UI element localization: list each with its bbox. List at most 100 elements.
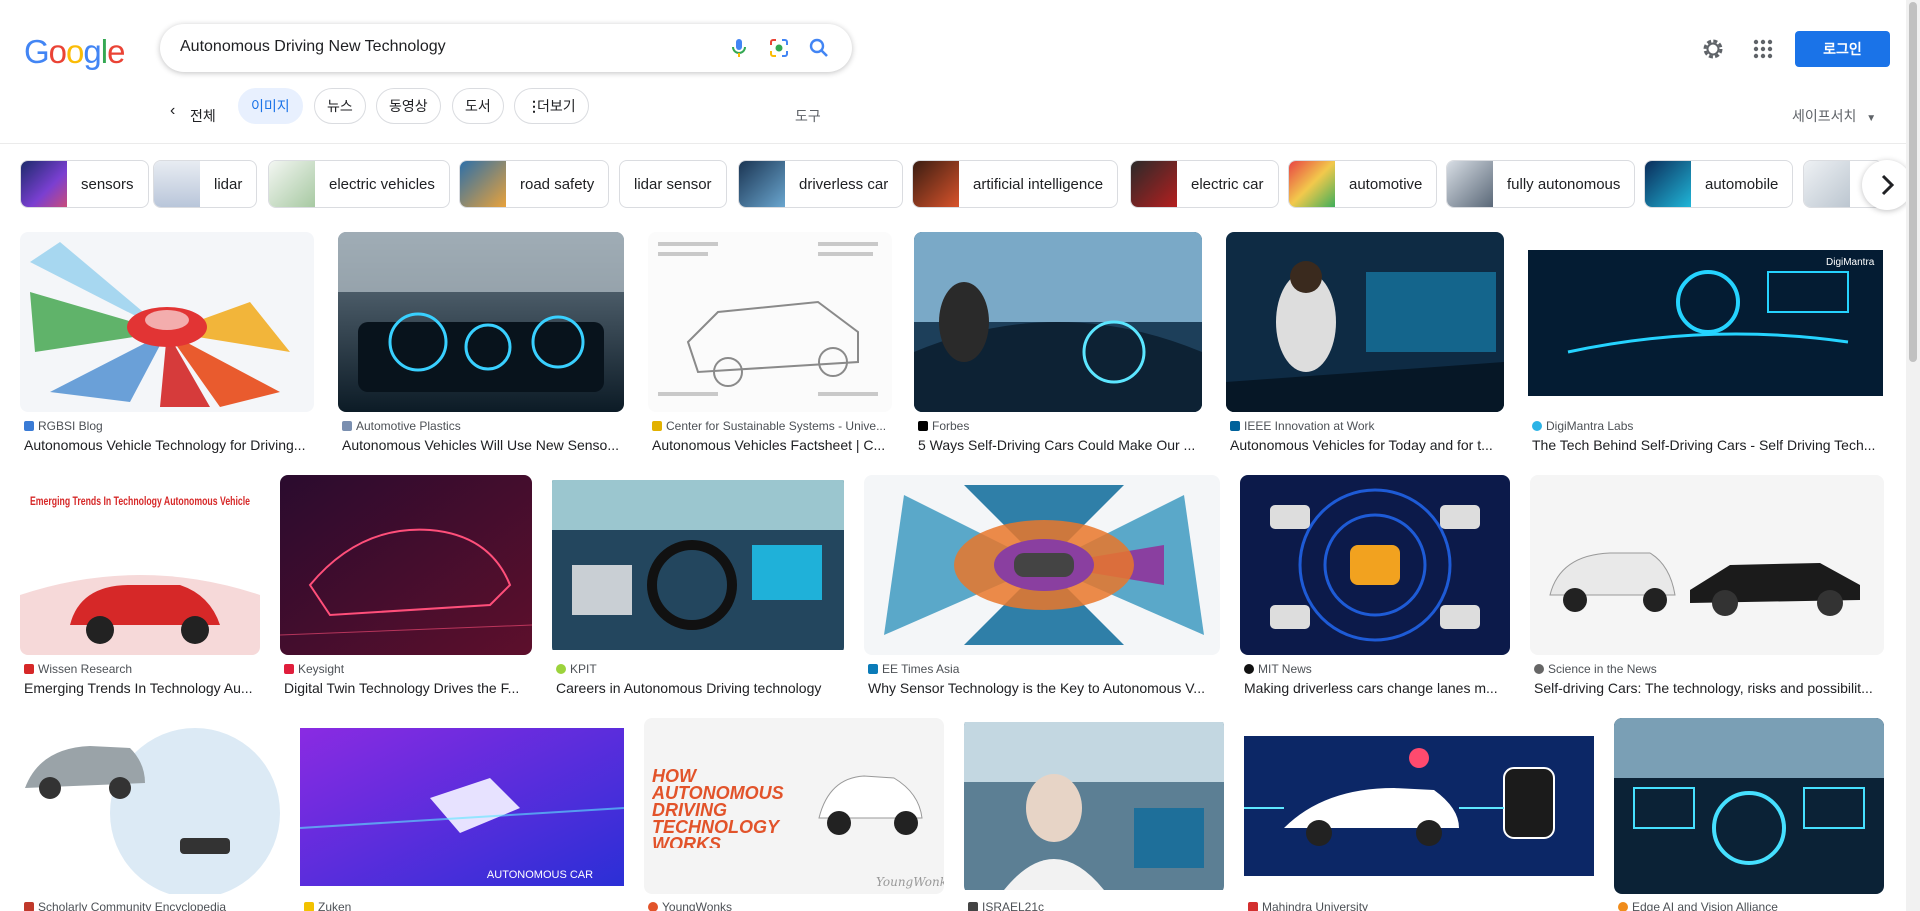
image-result[interactable]: Forbes 5 Ways Self-Driving Cars Could Ma… bbox=[914, 232, 1202, 458]
tab-all[interactable]: 전체 bbox=[190, 98, 216, 134]
result-source[interactable]: Edge AI and Vision Alliance bbox=[1618, 900, 1884, 911]
image-result[interactable]: ISRAEL21c bbox=[964, 718, 1224, 911]
related-chip[interactable]: electric car bbox=[1130, 160, 1279, 208]
tools-button[interactable]: 도구 bbox=[795, 98, 821, 134]
tab-images[interactable]: 이미지 bbox=[238, 88, 303, 124]
result-image[interactable]: HOW AUTONOMOUS DRIVING TECHNOLOGY WORKS … bbox=[644, 718, 944, 894]
favicon-icon bbox=[284, 664, 294, 674]
related-chip[interactable]: fully autonomous bbox=[1446, 160, 1636, 208]
result-source[interactable]: DigiMantra Labs bbox=[1532, 419, 1883, 433]
result-title[interactable]: 5 Ways Self-Driving Cars Could Make Our … bbox=[918, 437, 1202, 453]
result-image[interactable] bbox=[1614, 718, 1884, 894]
result-image[interactable] bbox=[1244, 718, 1594, 894]
result-image[interactable] bbox=[648, 232, 892, 412]
lens-icon[interactable] bbox=[767, 36, 791, 60]
image-result[interactable]: HOW AUTONOMOUS DRIVING TECHNOLOGY WORKS … bbox=[644, 718, 944, 911]
tab-more[interactable]: ⋮ 더보기 bbox=[514, 88, 589, 124]
result-source[interactable]: Zuken bbox=[304, 900, 624, 911]
related-chip[interactable]: automobile bbox=[1644, 160, 1794, 208]
result-title[interactable]: Autonomous Vehicles for Today and for t.… bbox=[1230, 437, 1504, 453]
page-scrollbar[interactable] bbox=[1906, 0, 1920, 911]
related-chip[interactable]: driverless car bbox=[738, 160, 904, 208]
related-chip[interactable]: artificial intelligence bbox=[912, 160, 1119, 208]
result-title[interactable]: Autonomous Vehicles Will Use New Senso..… bbox=[342, 437, 624, 453]
result-title[interactable]: Emerging Trends In Technology Au... bbox=[24, 680, 260, 696]
result-title[interactable]: Why Sensor Technology is the Key to Auto… bbox=[868, 680, 1220, 696]
result-image[interactable] bbox=[964, 718, 1224, 894]
result-image[interactable] bbox=[20, 718, 282, 894]
result-source[interactable]: MIT News bbox=[1244, 662, 1510, 676]
result-title[interactable]: Careers in Autonomous Driving technology bbox=[556, 680, 844, 696]
result-image[interactable] bbox=[1226, 232, 1504, 412]
search-box[interactable]: Autonomous Driving New Technology bbox=[160, 24, 852, 72]
related-chip[interactable]: electric vehicles bbox=[268, 160, 450, 208]
related-chip[interactable]: lidar sensor bbox=[619, 160, 727, 208]
related-chip[interactable]: automotive bbox=[1288, 160, 1438, 208]
image-result[interactable]: RGBSI Blog Autonomous Vehicle Technology… bbox=[20, 232, 314, 458]
result-image[interactable] bbox=[338, 232, 624, 412]
scrollbar-thumb[interactable] bbox=[1909, 2, 1917, 362]
result-title[interactable]: Digital Twin Technology Drives the F... bbox=[284, 680, 532, 696]
result-image[interactable]: Emerging Trends In Technology Autonomous… bbox=[20, 475, 260, 655]
image-result[interactable]: Emerging Trends In Technology Autonomous… bbox=[20, 475, 260, 701]
result-image[interactable]: DigiMantra bbox=[1528, 232, 1883, 412]
image-result[interactable]: Scholarly Community Encyclopedia bbox=[20, 718, 282, 911]
chevron-left-icon[interactable]: ‹ bbox=[170, 102, 175, 120]
result-source[interactable]: Center for Sustainable Systems - Unive..… bbox=[652, 419, 892, 433]
microphone-icon[interactable] bbox=[727, 36, 751, 60]
image-result[interactable]: Keysight Digital Twin Technology Drives … bbox=[280, 475, 532, 701]
result-source[interactable]: IEEE Innovation at Work bbox=[1230, 419, 1504, 433]
result-image[interactable] bbox=[552, 475, 844, 655]
image-result[interactable]: Mahindra University bbox=[1244, 718, 1594, 911]
result-source[interactable]: ISRAEL21c bbox=[968, 900, 1224, 911]
image-result[interactable]: KPIT Careers in Autonomous Driving techn… bbox=[552, 475, 844, 701]
image-result[interactable]: DigiMantra DigiMantra Labs The Tech Behi… bbox=[1528, 232, 1883, 458]
result-source[interactable]: RGBSI Blog bbox=[24, 419, 314, 433]
image-result[interactable]: Automotive Plastics Autonomous Vehicles … bbox=[338, 232, 624, 458]
result-title[interactable]: Autonomous Vehicle Technology for Drivin… bbox=[24, 437, 314, 453]
login-button[interactable]: 로그인 bbox=[1795, 31, 1890, 67]
result-image[interactable] bbox=[914, 232, 1202, 412]
tab-videos[interactable]: 동영상 bbox=[376, 88, 441, 124]
chips-next-button[interactable] bbox=[1862, 160, 1912, 210]
safesearch-button[interactable]: 세이프서치 ▼ bbox=[1792, 98, 1876, 137]
result-source[interactable]: Science in the News bbox=[1534, 662, 1884, 676]
result-image[interactable] bbox=[280, 475, 532, 655]
image-result[interactable]: Center for Sustainable Systems - Unive..… bbox=[648, 232, 892, 458]
image-result[interactable]: Science in the News Self-driving Cars: T… bbox=[1530, 475, 1884, 701]
result-source[interactable]: Scholarly Community Encyclopedia bbox=[24, 900, 282, 911]
google-logo[interactable]: Google bbox=[24, 33, 125, 71]
result-title[interactable]: Self-driving Cars: The technology, risks… bbox=[1534, 680, 1884, 696]
related-chip[interactable]: lidar bbox=[153, 160, 258, 208]
result-source[interactable]: YoungWonks bbox=[648, 900, 944, 911]
image-result[interactable]: AUTONOMOUS CAR Zuken bbox=[300, 718, 624, 911]
image-result[interactable]: MIT News Making driverless cars change l… bbox=[1240, 475, 1510, 701]
image-result[interactable]: IEEE Innovation at Work Autonomous Vehic… bbox=[1226, 232, 1504, 458]
search-input[interactable]: Autonomous Driving New Technology bbox=[180, 38, 446, 56]
result-title[interactable]: Autonomous Vehicles Factsheet | C... bbox=[652, 437, 892, 453]
result-source[interactable]: EE Times Asia bbox=[868, 662, 1220, 676]
result-source[interactable]: Mahindra University bbox=[1248, 900, 1594, 911]
result-source[interactable]: KPIT bbox=[556, 662, 844, 676]
search-icon[interactable] bbox=[807, 36, 831, 60]
result-source[interactable]: Wissen Research bbox=[24, 662, 260, 676]
result-title[interactable]: The Tech Behind Self-Driving Cars - Self… bbox=[1532, 437, 1883, 453]
image-result[interactable]: Edge AI and Vision Alliance bbox=[1614, 718, 1884, 911]
settings-gear-icon[interactable] bbox=[1693, 29, 1733, 69]
result-source[interactable]: Keysight bbox=[284, 662, 532, 676]
apps-grid-icon[interactable] bbox=[1743, 29, 1783, 69]
result-image[interactable] bbox=[20, 232, 314, 412]
result-title[interactable]: Making driverless cars change lanes m... bbox=[1244, 680, 1510, 696]
result-source[interactable]: Forbes bbox=[918, 419, 1202, 433]
tab-news[interactable]: 뉴스 bbox=[314, 88, 366, 124]
related-chip[interactable]: sensors bbox=[20, 160, 149, 208]
related-chip[interactable]: road safety bbox=[459, 160, 610, 208]
result-image[interactable] bbox=[1530, 475, 1884, 655]
result-image[interactable]: AUTONOMOUS CAR bbox=[300, 718, 624, 894]
tab-books[interactable]: 도서 bbox=[452, 88, 504, 124]
result-source[interactable]: Automotive Plastics bbox=[342, 419, 624, 433]
chip-label: artificial intelligence bbox=[973, 175, 1104, 193]
image-result[interactable]: EE Times Asia Why Sensor Technology is t… bbox=[864, 475, 1220, 701]
result-image[interactable] bbox=[864, 475, 1220, 655]
result-image[interactable] bbox=[1240, 475, 1510, 655]
